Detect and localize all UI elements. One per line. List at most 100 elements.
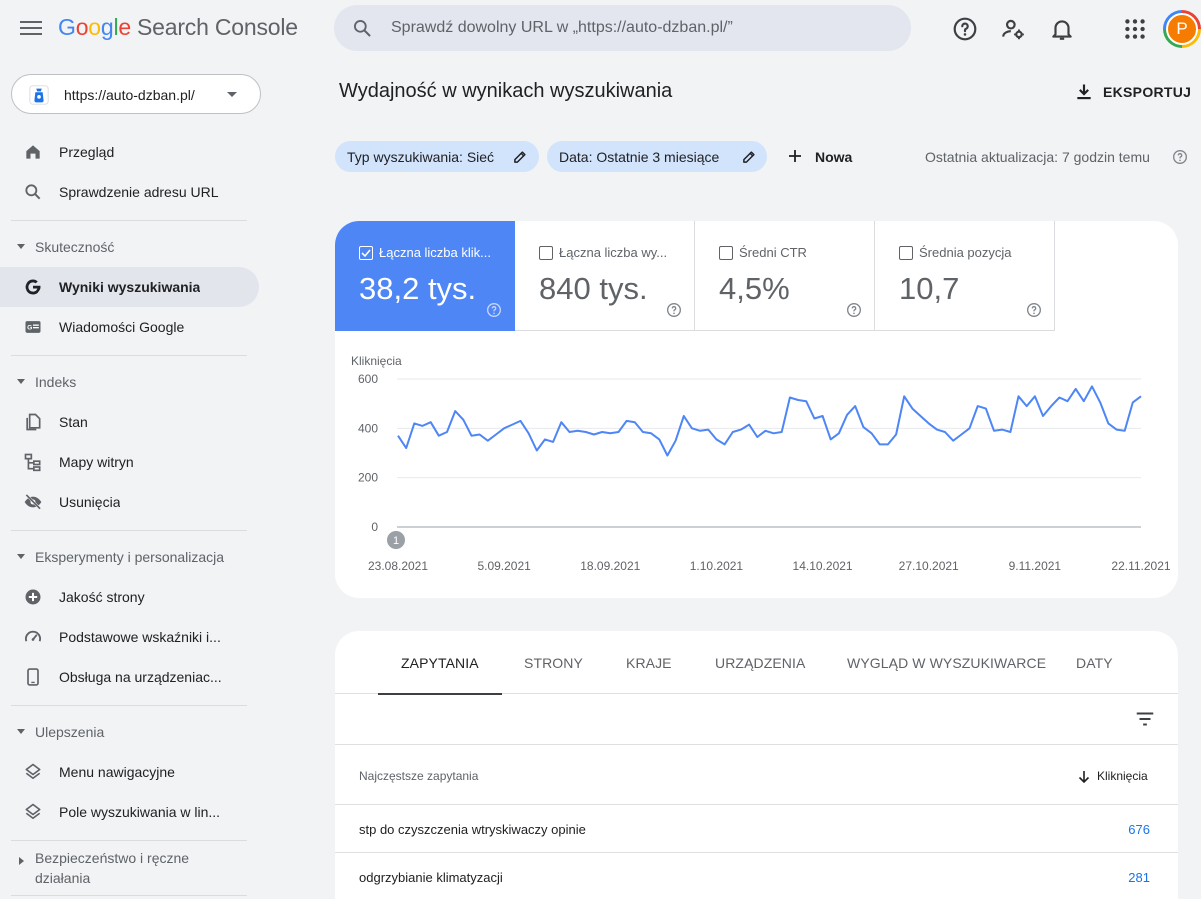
sidebar-item-label: Stan — [59, 414, 88, 430]
layers-icon — [25, 763, 41, 780]
top-bar: GoogleSearch Console P — [0, 0, 1201, 58]
main-menu-icon[interactable] — [19, 17, 43, 41]
x-tick-label: 22.11.2021 — [1111, 559, 1170, 573]
sidebar-section-performance[interactable]: Skuteczność — [0, 229, 259, 263]
search-icon — [25, 184, 41, 200]
filter-chip-label: Typ wyszukiwania: Sieć — [347, 149, 495, 165]
tab-search-appearance[interactable]: WYGLĄD W WYSZUKIWARCE — [824, 631, 1069, 694]
google-g-icon — [25, 279, 41, 295]
table-row[interactable]: stp do czyszczenia wtryskiwaczy opinie 6… — [335, 805, 1178, 852]
svg-text:G: G — [27, 325, 32, 332]
sidebar-section-enhancements[interactable]: Ulepszenia — [0, 714, 259, 748]
help-icon[interactable] — [952, 16, 978, 42]
x-tick-label: 27.10.2021 — [899, 559, 959, 573]
section-label: Eksperymenty i personalizacja — [35, 549, 225, 565]
help-icon[interactable] — [1172, 149, 1188, 165]
property-label: https://auto-dzban.pl/ — [64, 87, 195, 103]
sidebar-item-label: Sprawdzenie adresu URL — [59, 184, 219, 200]
sidebar-item-label: Jakość strony — [59, 589, 145, 605]
logo[interactable]: Google Search Console — [58, 14, 298, 41]
sidebar-item-breadcrumbs[interactable]: Menu nawigacyjne — [0, 752, 259, 792]
collapse-arrow-icon — [17, 379, 25, 384]
dropdown-caret-icon — [227, 92, 237, 97]
sidebar-item-overview[interactable]: Przegląd — [0, 132, 259, 172]
download-icon — [1077, 84, 1091, 100]
tab-label: STRONY — [524, 655, 583, 671]
tab-pages[interactable]: STRONY — [501, 631, 606, 694]
apps-grid-icon[interactable] — [1122, 16, 1148, 42]
add-circle-icon — [25, 589, 41, 605]
new-filter-button[interactable]: Nowa — [780, 141, 860, 172]
property-selector[interactable]: https://auto-dzban.pl/ — [11, 74, 261, 114]
avatar-initial: P — [1166, 13, 1198, 45]
table-divider — [335, 744, 1178, 745]
collapse-arrow-icon — [17, 244, 25, 249]
visibility-off-icon — [24, 494, 42, 510]
search-icon — [354, 20, 371, 37]
search-input[interactable] — [391, 17, 891, 39]
filter-chip-label: Data: Ostatnie 3 miesiące — [559, 149, 720, 165]
x-tick-label: 18.09.2021 — [580, 559, 640, 573]
logo-letter: o — [75, 14, 89, 40]
sidebar-item-core-web-vitals[interactable]: Podstawowe wskaźniki i... — [0, 617, 259, 657]
property-favicon-icon — [29, 85, 49, 105]
smartphone-icon — [27, 668, 39, 686]
product-name: Search Console — [137, 14, 298, 40]
url-inspection-search[interactable] — [334, 5, 911, 51]
tab-queries[interactable]: ZAPYTANIA — [378, 631, 502, 695]
layers-icon — [25, 803, 41, 820]
manage-users-icon[interactable] — [1000, 16, 1026, 42]
queries-table-card: ZAPYTANIA STRONY KRAJE URZĄDZENIA WYGLĄD… — [335, 631, 1178, 899]
export-button[interactable]: EKSPORTUJ — [1070, 80, 1192, 106]
sidebar-item-page-experience[interactable]: Jakość strony — [0, 577, 259, 617]
clicks-series-line — [397, 385, 1142, 457]
x-tick-label: 5.09.2021 — [477, 559, 531, 573]
sidebar-divider — [11, 355, 247, 356]
sidebar-item-label: Usunięcia — [59, 494, 121, 510]
sidebar-section-security[interactable]: Bezpieczeństwo i ręczne działania — [0, 845, 259, 889]
export-label: EKSPORTUJ — [1103, 84, 1192, 100]
sidebar-divider — [11, 705, 247, 706]
sitemap-icon — [24, 453, 41, 472]
query-text: odgrzybianie klimatyzacji — [359, 870, 503, 885]
section-label: Bezpieczeństwo i ręczne działania — [35, 850, 190, 886]
filter-rows-icon[interactable] — [1134, 708, 1156, 730]
sidebar-item-removals[interactable]: Usunięcia — [0, 482, 259, 522]
section-label: Ulepszenia — [35, 724, 105, 740]
filter-chip-search-type[interactable]: Typ wyszukiwania: Sieć — [335, 141, 539, 172]
table-row[interactable]: odgrzybianie klimatyzacji 281 — [335, 853, 1178, 899]
pages-icon — [26, 413, 41, 431]
tab-devices[interactable]: URZĄDZENIA — [692, 631, 828, 694]
sidebar-item-google-news[interactable]: G Wiadomości Google — [0, 307, 259, 347]
sidebar-item-label: Pole wyszukiwania w lin... — [59, 804, 221, 820]
plus-icon — [789, 150, 801, 162]
account-avatar[interactable]: P — [1163, 10, 1201, 48]
y-tick-label: 0 — [371, 520, 378, 534]
sort-arrow-down-icon — [1078, 771, 1090, 784]
sidebar-item-mobile-usability[interactable]: Obsługa na urządzeniac... — [0, 657, 259, 697]
sidebar-item-url-inspection[interactable]: Sprawdzenie adresu URL — [0, 172, 259, 212]
sidebar-section-index[interactable]: Indeks — [0, 364, 259, 398]
clicks-line-chart[interactable]: 0 200 400 600 23.08.2021 5.09.2021 18.09.2021 1… — [335, 221, 1178, 598]
column-header-clicks[interactable]: Kliknięcia — [1075, 769, 1155, 785]
tab-countries[interactable]: KRAJE — [603, 631, 695, 694]
sidebar-item-label: Menu nawigacyjne — [59, 764, 175, 780]
tab-dates[interactable]: DATY — [1053, 631, 1136, 694]
sidebar-item-sitemaps[interactable]: Mapy witryn — [0, 442, 259, 482]
notifications-icon[interactable] — [1049, 16, 1075, 42]
query-text: stp do czyszczenia wtryskiwaczy opinie — [359, 822, 586, 837]
speedometer-icon — [25, 630, 41, 642]
clicks-value: 676 — [1128, 822, 1150, 837]
sidebar-section-experiments[interactable]: Eksperymenty i personalizacja — [0, 539, 259, 573]
tab-label: DATY — [1076, 655, 1113, 671]
column-header-label: Kliknięcia — [1097, 769, 1148, 783]
sidebar-item-search-results[interactable]: Wyniki wyszukiwania — [0, 267, 259, 307]
filter-chip-date[interactable]: Data: Ostatnie 3 miesiące — [547, 141, 767, 172]
sidebar-divider — [11, 530, 247, 531]
page-title: Wydajność w wynikach wyszukiwania — [339, 80, 673, 102]
dimension-tabs: ZAPYTANIA STRONY KRAJE URZĄDZENIA WYGLĄD… — [335, 631, 1178, 695]
sidebar-item-label: Podstawowe wskaźniki i... — [59, 629, 221, 645]
sidebar-item-coverage[interactable]: Stan — [0, 402, 259, 442]
sidebar-item-sitelinks-searchbox[interactable]: Pole wyszukiwania w lin... — [0, 792, 259, 832]
sidebar-item-label: Wiadomości Google — [59, 319, 185, 335]
